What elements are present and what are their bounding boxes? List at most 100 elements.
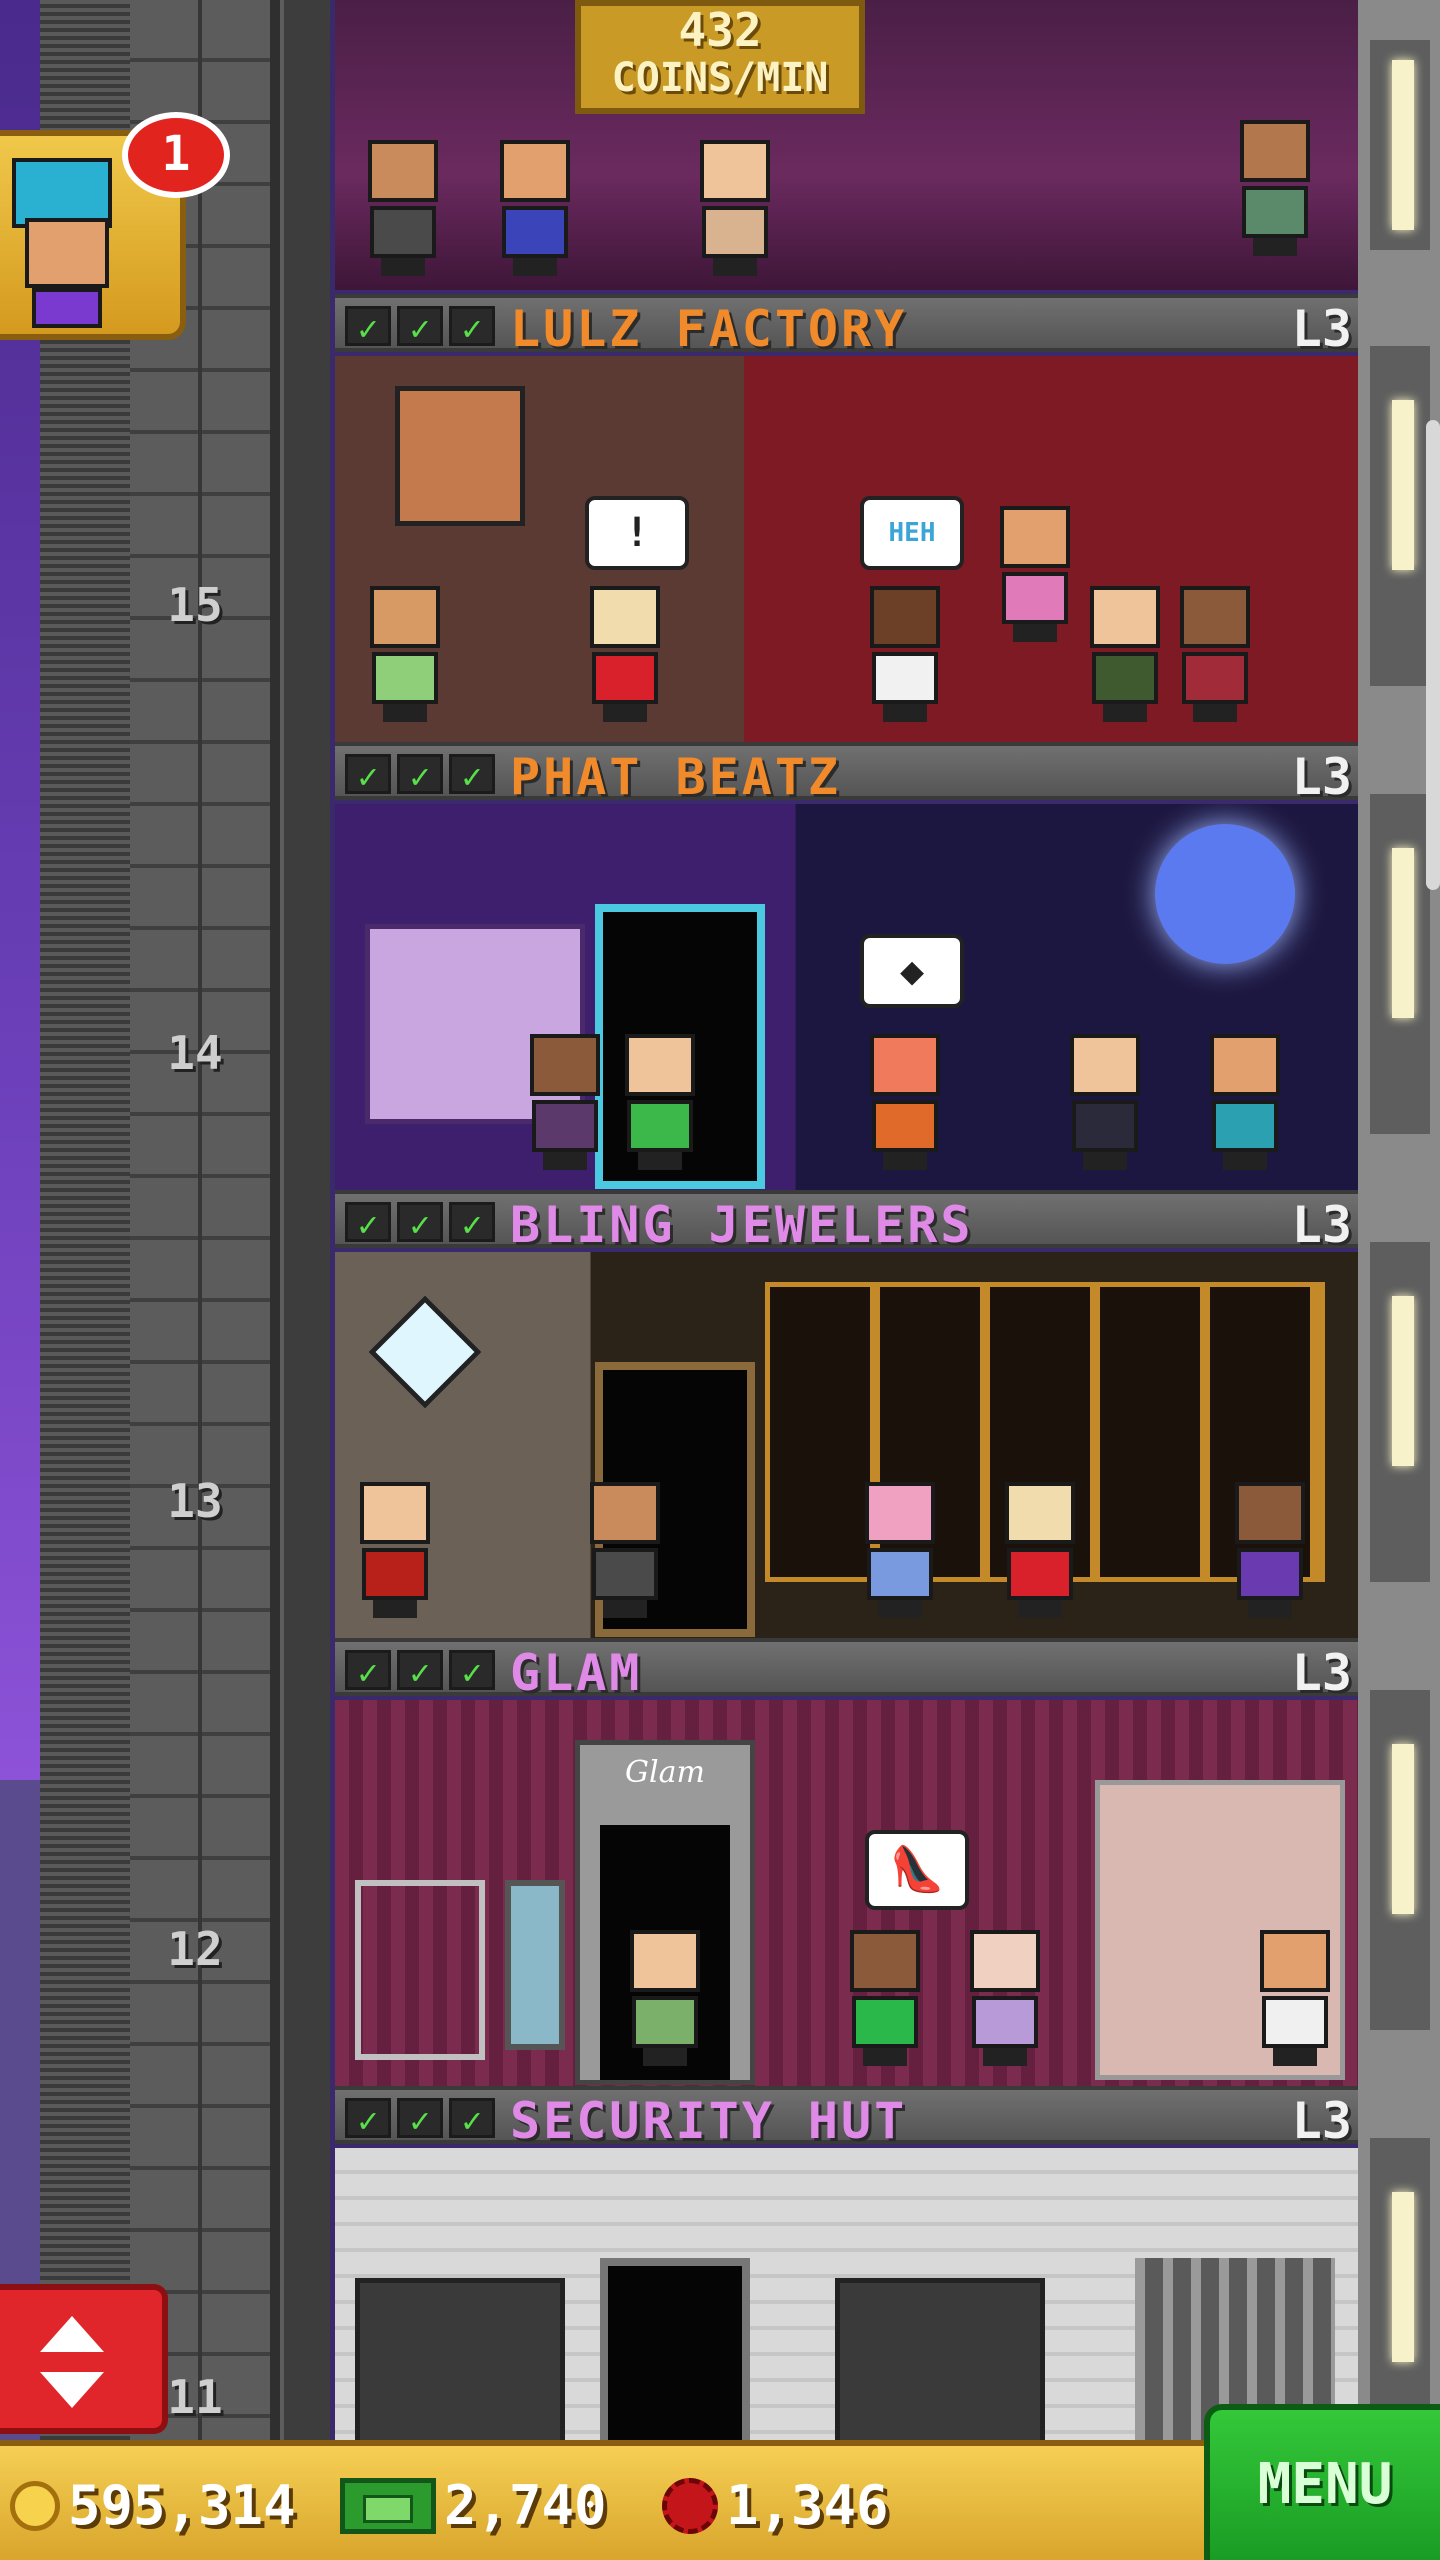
visitor-person[interactable] xyxy=(363,140,443,280)
floor-scene-security-hut[interactable] xyxy=(335,2148,1358,2448)
check-icon: ✓ xyxy=(345,306,391,349)
speech-bubble[interactable]: HEH xyxy=(860,496,964,570)
store-sign: Glam xyxy=(625,1755,705,1790)
floor-header-bling-jewelers[interactable]: ✓ ✓ ✓ BLING JEWELERS L3 xyxy=(335,1190,1358,1254)
wall-light xyxy=(1392,1744,1414,1914)
mirror xyxy=(505,1880,565,2050)
wall-light xyxy=(1392,1296,1414,1466)
floor-number-14: 14 xyxy=(167,1026,223,1080)
visitor-person[interactable] xyxy=(620,1034,700,1174)
visitor-person[interactable] xyxy=(1065,1034,1145,1174)
coins-value: 595,314 xyxy=(68,2474,296,2537)
portrait-frame xyxy=(395,386,525,526)
floor-level: L3 xyxy=(1291,2092,1352,2150)
check-icon: ✓ xyxy=(397,754,443,797)
visitor-person[interactable] xyxy=(995,506,1075,646)
menu-button[interactable]: MENU xyxy=(1204,2404,1440,2560)
check-icon: ✓ xyxy=(345,2098,391,2141)
floor-scene-lulz-factory[interactable]: ! HEH xyxy=(335,356,1358,748)
clothes-rack xyxy=(355,1880,485,2060)
stock-checks: ✓ ✓ ✓ xyxy=(345,2098,495,2141)
visitor-person[interactable] xyxy=(695,140,775,280)
elevator-arrows-icon xyxy=(40,2316,104,2352)
floor-name: LULZ FACTORY xyxy=(510,300,908,358)
visitor-person[interactable] xyxy=(1205,1034,1285,1174)
coin-icon xyxy=(10,2480,60,2531)
bux-icon xyxy=(340,2477,436,2534)
stock-checks: ✓ ✓ ✓ xyxy=(345,754,495,797)
visitor-person[interactable] xyxy=(845,1930,925,2070)
check-icon: ✓ xyxy=(345,1202,391,1245)
check-icon: ✓ xyxy=(397,1202,443,1245)
visitor-person[interactable] xyxy=(365,586,445,726)
wall-light xyxy=(1392,848,1414,1018)
stock-checks: ✓ ✓ ✓ xyxy=(345,1650,495,1693)
coin-rate-sign[interactable]: 432 COINS/MIN xyxy=(575,0,865,114)
check-icon: ✓ xyxy=(397,306,443,349)
diamond-sign-icon xyxy=(368,1295,482,1409)
floor-number-15: 15 xyxy=(167,578,223,632)
visitor-person[interactable] xyxy=(495,140,575,280)
check-icon: ✓ xyxy=(449,306,495,349)
gems-value: 1,346 xyxy=(726,2474,889,2537)
visitor-person[interactable] xyxy=(585,1482,665,1622)
check-icon: ✓ xyxy=(345,1650,391,1693)
floor-scene-phat-beatz[interactable]: ◆ xyxy=(335,804,1358,1196)
floor-name: PHAT BEATZ xyxy=(510,748,842,806)
check-icon: ✓ xyxy=(449,1202,495,1245)
visitor-person[interactable] xyxy=(585,586,665,726)
check-icon: ✓ xyxy=(345,754,391,797)
floor-level: L3 xyxy=(1291,1196,1352,1254)
floor-level: L3 xyxy=(1291,300,1352,358)
disco-ball xyxy=(1155,824,1295,964)
wall-light xyxy=(1392,60,1414,230)
visitor-avatar xyxy=(12,158,122,328)
visitor-person[interactable] xyxy=(865,586,945,726)
floor-header-glam[interactable]: ✓ ✓ ✓ GLAM L3 xyxy=(335,1638,1358,1702)
shoe-thought-bubble[interactable]: 👠 xyxy=(865,1830,969,1910)
visitor-person[interactable] xyxy=(625,1930,705,2070)
coins-counter[interactable]: 595,314 xyxy=(10,2474,296,2537)
scrollbar[interactable] xyxy=(1426,420,1440,890)
floor-name: GLAM xyxy=(510,1644,643,1702)
visitor-person[interactable] xyxy=(865,1034,945,1174)
gem-icon xyxy=(662,2477,718,2534)
floor-header-lulz-factory[interactable]: ✓ ✓ ✓ LULZ FACTORY L3 xyxy=(335,294,1358,358)
floor-level: L3 xyxy=(1291,748,1352,806)
check-icon: ✓ xyxy=(397,1650,443,1693)
shop-door xyxy=(600,2258,750,2448)
visitor-person[interactable] xyxy=(1255,1930,1335,2070)
gems-counter[interactable]: 1,346 xyxy=(662,2474,889,2537)
coin-rate-unit: COINS/MIN xyxy=(611,55,829,101)
visitor-person[interactable] xyxy=(1085,586,1165,726)
visitor-person[interactable] xyxy=(965,1930,1045,2070)
visitor-person[interactable] xyxy=(860,1482,940,1622)
speech-bubble[interactable]: ! xyxy=(585,496,689,570)
floor-header-security-hut[interactable]: ✓ ✓ ✓ SECURITY HUT L3 xyxy=(335,2086,1358,2150)
floor-header-phat-beatz[interactable]: ✓ ✓ ✓ PHAT BEATZ L3 xyxy=(335,742,1358,806)
shaft-rail-left xyxy=(40,0,130,2440)
wall-light xyxy=(1392,2192,1414,2362)
bux-counter[interactable]: 2,740 xyxy=(340,2474,607,2537)
floor-name: BLING JEWELERS xyxy=(510,1196,974,1254)
stock-checks: ✓ ✓ ✓ xyxy=(345,1202,495,1245)
floor-name: SECURITY HUT xyxy=(510,2092,908,2150)
floor-scene-bling-jewelers[interactable] xyxy=(335,1252,1358,1644)
stock-checks: ✓ ✓ ✓ xyxy=(345,306,495,349)
monitor-bank xyxy=(835,2278,1045,2448)
floor-number-12: 12 xyxy=(167,1922,223,1976)
floor-level: L3 xyxy=(1291,1644,1352,1702)
visitor-person[interactable] xyxy=(1235,120,1315,260)
elevator-arrows-icon xyxy=(40,2372,104,2408)
monitor-bank xyxy=(355,2278,565,2448)
visitor-person[interactable] xyxy=(1000,1482,1080,1622)
visitor-person[interactable] xyxy=(1175,586,1255,726)
visitor-person[interactable] xyxy=(355,1482,435,1622)
floor-scene-glam[interactable]: Glam 👠 xyxy=(335,1700,1358,2092)
visitor-person[interactable] xyxy=(1230,1482,1310,1622)
speech-bubble[interactable]: ◆ xyxy=(860,934,964,1008)
elevator-button[interactable] xyxy=(0,2284,168,2434)
shaft-rail-right xyxy=(270,0,330,2440)
check-icon: ✓ xyxy=(449,1650,495,1693)
visitor-person[interactable] xyxy=(525,1034,605,1174)
